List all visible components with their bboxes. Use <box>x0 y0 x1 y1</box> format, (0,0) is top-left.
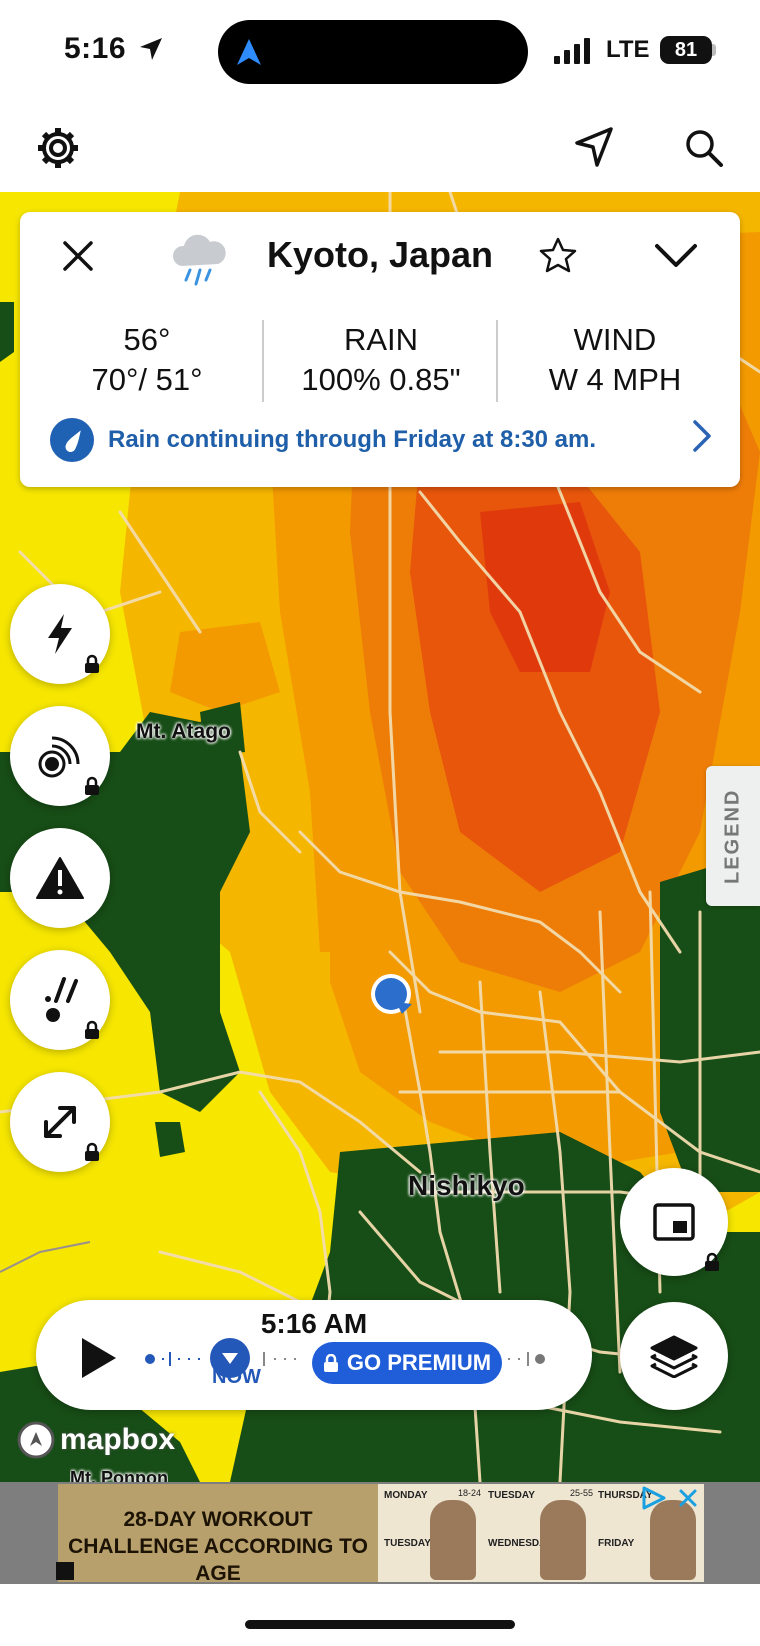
city-name: Kyoto, Japan <box>266 234 494 275</box>
dynamic-island <box>218 20 528 84</box>
location-card[interactable]: Kyoto, Japan 56° 70°/ 51° RAIN 100% 0.85… <box>20 212 740 487</box>
ad-day-label: FRIDAY <box>598 1538 635 1549</box>
battery-tip <box>712 44 716 56</box>
mapbox-logo-icon <box>17 1421 55 1459</box>
lock-icon <box>85 1142 99 1161</box>
rain-drop-icon <box>50 418 94 462</box>
now-label: NOW <box>212 1366 261 1388</box>
gear-icon[interactable] <box>36 126 80 170</box>
divider <box>262 320 264 402</box>
search-icon[interactable] <box>684 128 724 168</box>
wind-stat: WIND W 4 MPH <box>500 320 730 400</box>
legend-tab[interactable]: LEGEND <box>706 766 760 906</box>
network-type: LTE <box>606 36 650 63</box>
ad-figure-image <box>650 1500 696 1580</box>
location-services-icon <box>140 38 162 60</box>
mapbox-wordmark: mapbox <box>60 1423 176 1456</box>
lock-icon <box>85 654 99 673</box>
go-premium-button[interactable]: GO PREMIUM <box>312 1342 502 1384</box>
top-toolbar <box>0 104 760 192</box>
play-icon[interactable] <box>78 1336 118 1380</box>
picture-in-picture-button[interactable] <box>620 1168 728 1276</box>
hail-icon <box>45 977 78 1022</box>
layers-icon <box>650 1335 698 1378</box>
chevron-right-icon[interactable] <box>690 418 714 454</box>
lock-icon <box>85 776 99 795</box>
alerts-button[interactable] <box>10 828 110 928</box>
picture-in-picture-icon <box>653 1203 695 1241</box>
ad-close-icon[interactable] <box>678 1488 698 1508</box>
temperature-range: 70°/ 51° <box>91 362 203 397</box>
ad-figure-image <box>430 1500 476 1580</box>
wind-value: W 4 MPH <box>548 362 682 397</box>
ad-figure-image <box>540 1500 586 1580</box>
map-label-mt-atago: Mt. Atago <box>136 720 231 743</box>
mapbox-attribution[interactable]: mapbox <box>16 1420 175 1460</box>
temperature-stat: 56° 70°/ 51° <box>32 320 262 400</box>
hail-button[interactable] <box>10 950 110 1050</box>
star-icon[interactable] <box>538 236 578 274</box>
ad-banner[interactable]: 28-DAY WORKOUT CHALLENGE ACCORDING TO AG… <box>0 1482 760 1584</box>
radar-icon <box>38 736 80 778</box>
ad-creative[interactable]: 28-DAY WORKOUT CHALLENGE ACCORDING TO AG… <box>58 1484 704 1582</box>
ad-badge-icon <box>56 1562 74 1580</box>
status-time: 5:16 <box>64 32 127 65</box>
lightning-button[interactable] <box>10 584 110 684</box>
warning-icon <box>36 857 84 899</box>
layers-button[interactable] <box>620 1302 728 1410</box>
lock-icon <box>705 1252 719 1271</box>
map-label-mt-ponpon: Mt. Ponpon <box>70 1468 168 1482</box>
navigation-app-icon <box>237 39 261 65</box>
legend-label: LEGEND <box>721 788 744 884</box>
status-bar: 5:16 LTE 81 <box>0 0 760 104</box>
timeline-time: 5:16 AM <box>260 1308 368 1339</box>
cellular-signal-icon <box>554 38 590 64</box>
chevron-down-icon[interactable] <box>654 242 698 270</box>
go-premium-label: GO PREMIUM <box>346 1350 492 1375</box>
radar-button[interactable] <box>10 706 110 806</box>
lock-icon <box>85 1020 99 1039</box>
home-indicator <box>245 1620 515 1629</box>
rain-stat: RAIN 100% 0.85" <box>266 320 496 400</box>
map-label-nishikyo: Nishikyo <box>408 1170 525 1201</box>
rain-value: 100% 0.85" <box>301 362 461 397</box>
battery-level: 81 <box>660 36 712 64</box>
rain-label: RAIN <box>343 322 419 357</box>
lightning-icon <box>48 614 72 654</box>
ad-day-label: MONDAY <box>384 1490 428 1501</box>
expand-button[interactable] <box>10 1072 110 1172</box>
current-temperature: 56° <box>123 322 171 357</box>
lock-icon <box>323 1354 338 1372</box>
ad-age-label: 25-55 <box>570 1488 594 1498</box>
ad-age-label: 18-24 <box>458 1488 482 1498</box>
navigation-arrow-icon[interactable] <box>574 126 614 168</box>
wind-label: WIND <box>573 322 657 357</box>
expand-icon <box>44 1106 76 1138</box>
ad-choices-icon[interactable] <box>640 1486 668 1510</box>
divider <box>496 320 498 402</box>
ad-day-label: TUESDAY <box>488 1490 535 1501</box>
rain-alert-text[interactable]: Rain continuing through Friday at 8:30 a… <box>108 426 596 454</box>
ad-day-label: TUESDAY <box>384 1538 431 1549</box>
timeline-player[interactable]: 5:16 AM NOW GO PREMIUM <box>36 1300 592 1410</box>
ad-headline: 28-DAY WORKOUT CHALLENGE ACCORDING TO AG… <box>68 1508 368 1582</box>
